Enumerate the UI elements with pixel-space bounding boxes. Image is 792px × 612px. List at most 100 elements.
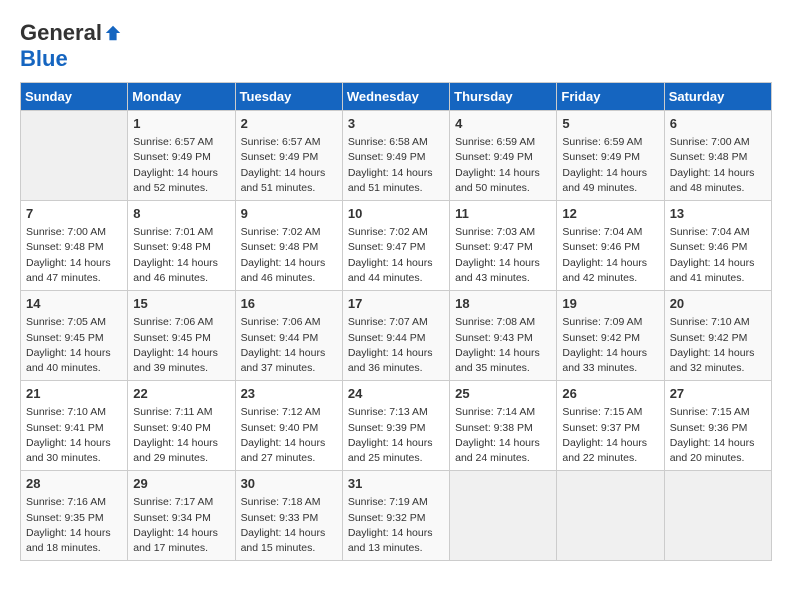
day-info: Sunrise: 7:15 AMSunset: 9:36 PMDaylight:… (670, 405, 766, 466)
calendar-cell: 24 Sunrise: 7:13 AMSunset: 9:39 PMDayligh… (342, 381, 449, 471)
calendar-cell: 19 Sunrise: 7:09 AMSunset: 9:42 PMDayligh… (557, 291, 664, 381)
day-info: Sunrise: 7:09 AMSunset: 9:42 PMDaylight:… (562, 315, 658, 376)
day-info: Sunrise: 7:16 AMSunset: 9:35 PMDaylight:… (26, 495, 122, 556)
header: General Blue (20, 20, 772, 72)
logo-general-text: General (20, 20, 102, 46)
calendar-cell (450, 471, 557, 561)
day-number: 21 (26, 385, 122, 403)
day-number: 12 (562, 205, 658, 223)
calendar-cell (21, 111, 128, 201)
day-info: Sunrise: 7:05 AMSunset: 9:45 PMDaylight:… (26, 315, 122, 376)
calendar-cell: 25 Sunrise: 7:14 AMSunset: 9:38 PMDayligh… (450, 381, 557, 471)
day-number: 6 (670, 115, 766, 133)
calendar-cell: 18 Sunrise: 7:08 AMSunset: 9:43 PMDayligh… (450, 291, 557, 381)
day-number: 23 (241, 385, 337, 403)
day-number: 22 (133, 385, 229, 403)
day-info: Sunrise: 6:57 AMSunset: 9:49 PMDaylight:… (133, 135, 229, 196)
day-number: 8 (133, 205, 229, 223)
day-number: 31 (348, 475, 444, 493)
day-info: Sunrise: 7:11 AMSunset: 9:40 PMDaylight:… (133, 405, 229, 466)
day-number: 10 (348, 205, 444, 223)
calendar-cell: 13 Sunrise: 7:04 AMSunset: 9:46 PMDayligh… (664, 201, 771, 291)
day-info: Sunrise: 7:02 AMSunset: 9:48 PMDaylight:… (241, 225, 337, 286)
weekday-header-wednesday: Wednesday (342, 83, 449, 111)
calendar-cell: 30Sunrise: 7:18 AMSunset: 9:33 PMDayligh… (235, 471, 342, 561)
day-number: 4 (455, 115, 551, 133)
day-info: Sunrise: 6:58 AMSunset: 9:49 PMDaylight:… (348, 135, 444, 196)
day-info: Sunrise: 7:10 AMSunset: 9:41 PMDaylight:… (26, 405, 122, 466)
weekday-header-sunday: Sunday (21, 83, 128, 111)
calendar-cell (664, 471, 771, 561)
day-info: Sunrise: 7:17 AMSunset: 9:34 PMDaylight:… (133, 495, 229, 556)
day-number: 14 (26, 295, 122, 313)
day-number: 29 (133, 475, 229, 493)
calendar-cell: 6 Sunrise: 7:00 AMSunset: 9:48 PMDaylight… (664, 111, 771, 201)
day-number: 5 (562, 115, 658, 133)
day-info: Sunrise: 7:02 AMSunset: 9:47 PMDaylight:… (348, 225, 444, 286)
day-info: Sunrise: 7:06 AMSunset: 9:45 PMDaylight:… (133, 315, 229, 376)
day-number: 25 (455, 385, 551, 403)
day-info: Sunrise: 7:06 AMSunset: 9:44 PMDaylight:… (241, 315, 337, 376)
day-info: Sunrise: 7:08 AMSunset: 9:43 PMDaylight:… (455, 315, 551, 376)
day-info: Sunrise: 7:04 AMSunset: 9:46 PMDaylight:… (562, 225, 658, 286)
day-info: Sunrise: 7:04 AMSunset: 9:46 PMDaylight:… (670, 225, 766, 286)
day-number: 15 (133, 295, 229, 313)
calendar-cell: 10 Sunrise: 7:02 AMSunset: 9:47 PMDayligh… (342, 201, 449, 291)
day-number: 9 (241, 205, 337, 223)
day-number: 7 (26, 205, 122, 223)
day-info: Sunrise: 7:07 AMSunset: 9:44 PMDaylight:… (348, 315, 444, 376)
day-info: Sunrise: 7:10 AMSunset: 9:42 PMDaylight:… (670, 315, 766, 376)
day-info: Sunrise: 7:03 AMSunset: 9:47 PMDaylight:… (455, 225, 551, 286)
calendar-cell: 8 Sunrise: 7:01 AMSunset: 9:48 PMDaylight… (128, 201, 235, 291)
day-number: 1 (133, 115, 229, 133)
day-number: 13 (670, 205, 766, 223)
calendar-cell: 21 Sunrise: 7:10 AMSunset: 9:41 PMDayligh… (21, 381, 128, 471)
day-info: Sunrise: 6:59 AMSunset: 9:49 PMDaylight:… (562, 135, 658, 196)
calendar-cell (557, 471, 664, 561)
calendar-cell: 17Sunrise: 7:07 AMSunset: 9:44 PMDayligh… (342, 291, 449, 381)
calendar-cell: 15 Sunrise: 7:06 AMSunset: 9:45 PMDayligh… (128, 291, 235, 381)
calendar-cell: 7Sunrise: 7:00 AMSunset: 9:48 PMDaylight… (21, 201, 128, 291)
calendar-cell: 27 Sunrise: 7:15 AMSunset: 9:36 PMDayligh… (664, 381, 771, 471)
weekday-header-tuesday: Tuesday (235, 83, 342, 111)
day-number: 27 (670, 385, 766, 403)
day-number: 28 (26, 475, 122, 493)
calendar-cell: 2 Sunrise: 6:57 AMSunset: 9:49 PMDaylight… (235, 111, 342, 201)
calendar-cell: 31 Sunrise: 7:19 AMSunset: 9:32 PMDayligh… (342, 471, 449, 561)
day-info: Sunrise: 7:15 AMSunset: 9:37 PMDaylight:… (562, 405, 658, 466)
calendar-cell: 14 Sunrise: 7:05 AMSunset: 9:45 PMDayligh… (21, 291, 128, 381)
logo: General Blue (20, 20, 122, 72)
calendar-cell: 28 Sunrise: 7:16 AMSunset: 9:35 PMDayligh… (21, 471, 128, 561)
day-info: Sunrise: 7:18 AMSunset: 9:33 PMDaylight:… (241, 495, 337, 556)
day-info: Sunrise: 7:01 AMSunset: 9:48 PMDaylight:… (133, 225, 229, 286)
day-number: 24 (348, 385, 444, 403)
logo-icon (104, 24, 122, 42)
day-info: Sunrise: 7:14 AMSunset: 9:38 PMDaylight:… (455, 405, 551, 466)
day-number: 2 (241, 115, 337, 133)
calendar-cell: 23 Sunrise: 7:12 AMSunset: 9:40 PMDayligh… (235, 381, 342, 471)
calendar-cell: 11Sunrise: 7:03 AMSunset: 9:47 PMDayligh… (450, 201, 557, 291)
calendar-cell: 9 Sunrise: 7:02 AMSunset: 9:48 PMDaylight… (235, 201, 342, 291)
weekday-header-saturday: Saturday (664, 83, 771, 111)
calendar-cell: 12 Sunrise: 7:04 AMSunset: 9:46 PMDayligh… (557, 201, 664, 291)
weekday-header-friday: Friday (557, 83, 664, 111)
day-number: 26 (562, 385, 658, 403)
calendar-cell: 29 Sunrise: 7:17 AMSunset: 9:34 PMDayligh… (128, 471, 235, 561)
day-info: Sunrise: 7:19 AMSunset: 9:32 PMDaylight:… (348, 495, 444, 556)
weekday-header-thursday: Thursday (450, 83, 557, 111)
day-info: Sunrise: 7:00 AMSunset: 9:48 PMDaylight:… (670, 135, 766, 196)
calendar-cell: 22 Sunrise: 7:11 AMSunset: 9:40 PMDayligh… (128, 381, 235, 471)
day-info: Sunrise: 7:13 AMSunset: 9:39 PMDaylight:… (348, 405, 444, 466)
day-number: 20 (670, 295, 766, 313)
calendar-cell: 5 Sunrise: 6:59 AMSunset: 9:49 PMDaylight… (557, 111, 664, 201)
day-info: Sunrise: 7:12 AMSunset: 9:40 PMDaylight:… (241, 405, 337, 466)
weekday-header-monday: Monday (128, 83, 235, 111)
day-number: 19 (562, 295, 658, 313)
calendar-cell: 16Sunrise: 7:06 AMSunset: 9:44 PMDayligh… (235, 291, 342, 381)
calendar-cell: 1 Sunrise: 6:57 AMSunset: 9:49 PMDaylight… (128, 111, 235, 201)
day-number: 18 (455, 295, 551, 313)
day-info: Sunrise: 6:57 AMSunset: 9:49 PMDaylight:… (241, 135, 337, 196)
logo-blue-text: Blue (20, 46, 68, 72)
calendar-cell: 20 Sunrise: 7:10 AMSunset: 9:42 PMDayligh… (664, 291, 771, 381)
day-number: 3 (348, 115, 444, 133)
